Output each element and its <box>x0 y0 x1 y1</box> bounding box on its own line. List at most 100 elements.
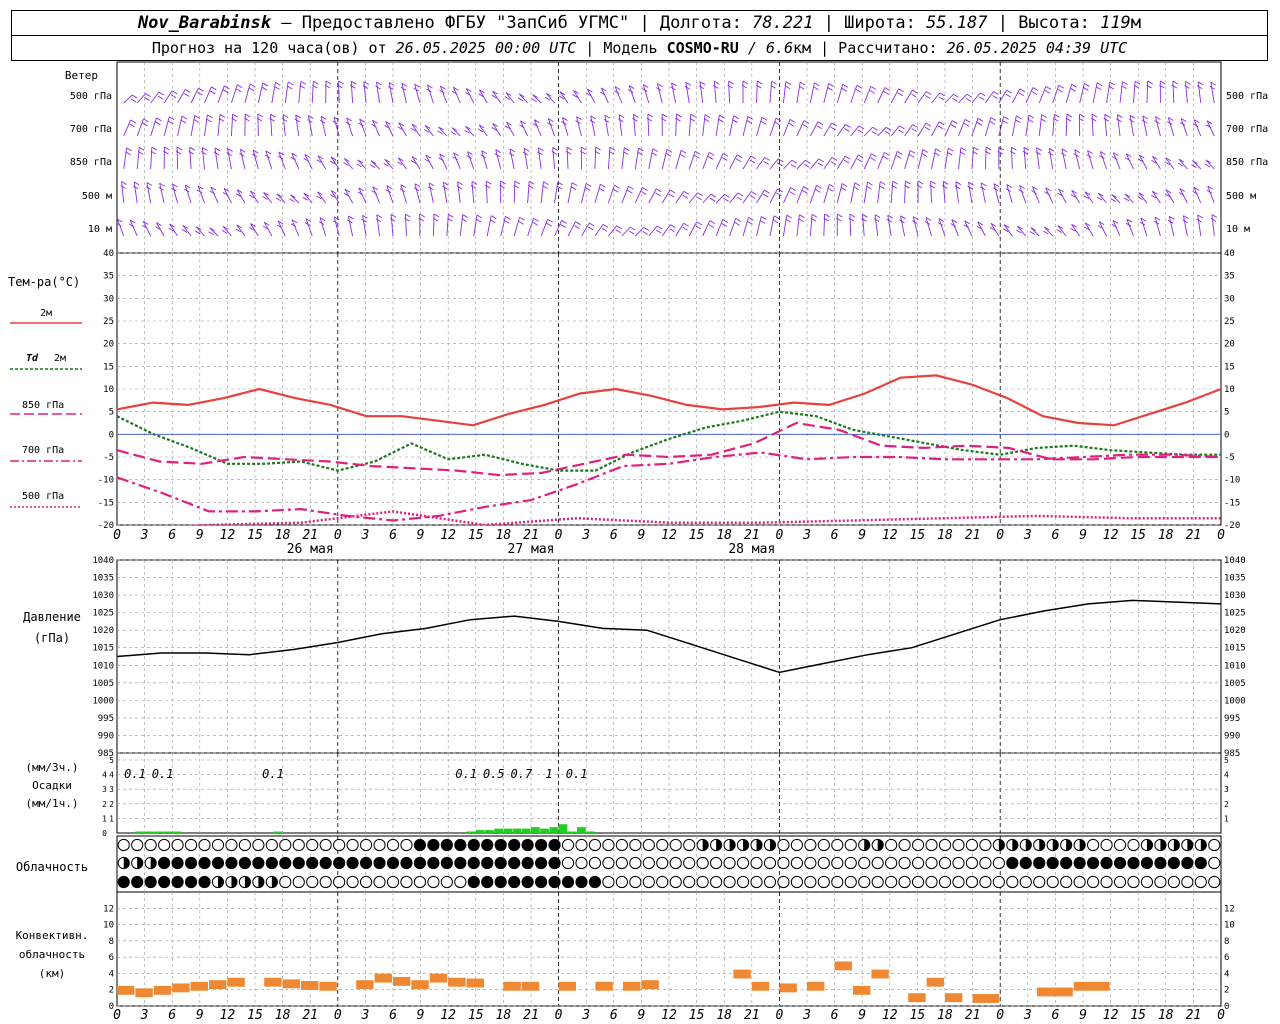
wind-barb-feather <box>708 224 715 229</box>
wind-barb-feather <box>198 87 204 92</box>
cloud-symbol <box>938 875 952 889</box>
wind-barb <box>270 114 273 137</box>
wind-barb <box>823 184 830 204</box>
wind-barb <box>769 81 773 104</box>
wind-barb <box>675 191 685 204</box>
wind-barb-feather <box>275 81 281 86</box>
wind-barb-feather <box>942 184 948 189</box>
cloud-symbol <box>561 875 575 889</box>
wind-barb-feather <box>609 146 616 151</box>
cloud-symbol <box>427 875 440 889</box>
conv-xtick: 21 <box>523 1008 539 1023</box>
temp-title: Тем-ра(°C) <box>8 275 80 289</box>
wind-barb <box>230 114 234 137</box>
wind-barb-feather <box>157 95 164 100</box>
wind-barb <box>699 81 704 104</box>
wind-barb-feather <box>489 219 496 224</box>
wind-barb-feather <box>953 93 959 98</box>
wind-barb-feather <box>749 195 756 199</box>
wind-barb-feather <box>193 119 199 123</box>
conv-bar <box>871 969 889 979</box>
wind-barb-feather <box>656 188 662 193</box>
precip-bar <box>135 831 145 833</box>
cloud-symbol <box>279 838 292 852</box>
wind-barb <box>756 117 763 137</box>
wind-barb-feather <box>646 117 653 122</box>
wind-barb-feather <box>911 128 917 132</box>
wind-barb <box>581 183 587 204</box>
wind-barb-feather <box>236 84 243 89</box>
precip-ytick-left2: 3 <box>102 785 107 794</box>
wind-barb-feather <box>788 122 795 127</box>
td2m-label: 2м <box>54 353 66 364</box>
cloud-symbol <box>373 875 386 889</box>
wind-barb <box>1168 216 1175 237</box>
wind-barb-feather <box>791 159 798 164</box>
wind-level-label-right-3: 500 м <box>1226 191 1256 202</box>
wind-barb <box>518 93 528 104</box>
wind-barb <box>1023 147 1027 170</box>
cloud-symbol <box>508 875 521 889</box>
pressure-ytick-right: 1005 <box>1224 679 1246 689</box>
wind-barb-feather <box>500 180 506 185</box>
cloud-symbol <box>561 838 575 852</box>
wind-barb-feather <box>938 121 945 126</box>
cloud-symbol <box>467 856 480 870</box>
wind-barb <box>338 81 340 104</box>
wind-barb-feather <box>747 221 753 225</box>
cloud-symbol <box>494 838 507 852</box>
wind-barb <box>729 218 737 237</box>
wind-barb <box>1052 85 1060 104</box>
precip-3h-value: 0.1 <box>455 767 477 781</box>
cloud-symbol-half <box>864 839 870 851</box>
wind-barb <box>904 89 913 104</box>
precip-bar <box>163 831 172 833</box>
wind-barb-feather <box>774 121 781 126</box>
cloud-symbol <box>1113 838 1127 852</box>
wind-barb <box>401 83 407 104</box>
wind-barb-feather <box>742 80 749 85</box>
cloud-symbol <box>481 875 494 889</box>
wind-barb-feather <box>973 146 979 151</box>
wind-barb-feather <box>951 120 958 124</box>
wind-barb <box>628 85 636 104</box>
wind-barb <box>671 82 677 104</box>
temp-xtick: 6 <box>168 528 176 543</box>
cloud-symbol-half <box>756 839 763 851</box>
wind-barb <box>729 115 735 137</box>
cloud-symbol <box>992 875 1005 889</box>
wind-barb-feather <box>668 193 675 198</box>
cloud-symbol <box>979 856 992 870</box>
temp-xtick: 12 <box>220 528 236 543</box>
cloud-symbol <box>575 856 588 870</box>
wind-barb-feather <box>947 151 953 156</box>
cloud-symbol <box>346 856 359 870</box>
wind-barb-feather <box>683 190 690 195</box>
wind-barb-feather <box>484 184 491 189</box>
wind-barb <box>1038 86 1047 104</box>
wind-barb-feather <box>561 220 567 224</box>
cloud-symbol-half <box>1200 839 1207 851</box>
precip-3h-label: (мм/3ч.) <box>26 761 79 774</box>
cloud-symbol <box>1073 875 1086 889</box>
cloud-symbol <box>736 856 750 870</box>
wind-barb <box>278 151 286 170</box>
conv-xtick: 15 <box>247 1008 263 1023</box>
cloud-symbol <box>629 838 642 852</box>
wind-barb-feather <box>456 185 462 190</box>
cloud-symbol-half <box>1160 839 1166 851</box>
wind-barb <box>715 153 724 170</box>
cloud-symbol <box>521 856 534 870</box>
wind-barb <box>244 83 251 104</box>
wind-barb <box>473 214 478 237</box>
wind-barb-feather <box>727 84 733 89</box>
wind-barb <box>1043 226 1054 237</box>
temp-xtick: 18 <box>496 528 512 543</box>
cloud-symbol <box>858 875 871 889</box>
wind-barb-feather <box>1172 80 1179 85</box>
temp-xtick: 9 <box>1079 528 1087 543</box>
cloud-symbol <box>1194 856 1207 870</box>
wind-barb-feather <box>935 148 941 153</box>
wind-barb-feather <box>471 180 478 185</box>
cloud-symbol <box>1086 875 1100 889</box>
